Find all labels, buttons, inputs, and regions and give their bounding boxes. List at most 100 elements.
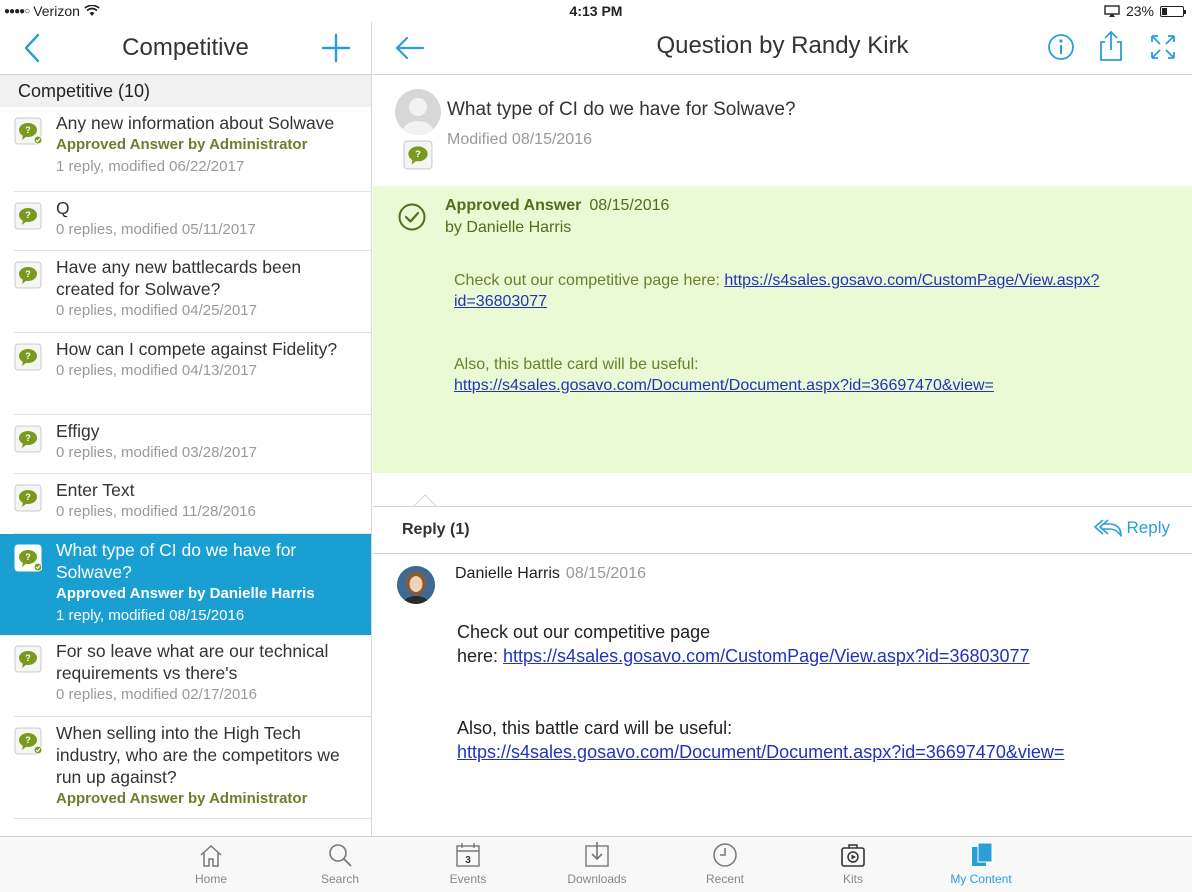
list-item-meta: 1 reply, modified 06/22/2017 <box>56 158 245 175</box>
list-item-title: When selling into the High Tech industry… <box>56 723 340 787</box>
svg-text:?: ? <box>25 125 31 135</box>
download-icon <box>585 842 609 867</box>
list-item-title: How can I compete against Fidelity? <box>56 339 338 359</box>
svg-text:?: ? <box>25 269 31 279</box>
list-item-title: Effigy <box>56 421 100 441</box>
tab-label: Downloads <box>567 872 627 886</box>
list-item[interactable]: ? When selling into the High Tech indust… <box>14 717 371 819</box>
question-icon: ? <box>14 645 42 673</box>
reply-icon <box>1093 519 1122 537</box>
calendar-icon: 3 <box>456 843 480 867</box>
tab-label: Events <box>449 872 487 886</box>
reply-button[interactable]: Reply <box>1093 517 1170 539</box>
section-header: Competitive (10) <box>0 75 371 107</box>
question-icon: ? <box>14 544 42 572</box>
tab-label: Recent <box>705 872 745 886</box>
events-badge: 3 <box>465 855 471 866</box>
reply-author-avatar <box>397 566 435 604</box>
tab-my-content[interactable]: My Content <box>936 841 1026 886</box>
kit-icon <box>841 844 865 867</box>
list-item-approved: Approved Answer by Administrator <box>56 790 308 807</box>
battery-icon <box>1160 5 1186 17</box>
svg-text:?: ? <box>25 433 31 443</box>
approved-answer-label: Approved Answer <box>445 197 582 214</box>
wifi-icon <box>84 5 100 16</box>
reply-body: Check out our competitive page here: htt… <box>457 620 1157 764</box>
reply-link-1[interactable]: https://s4sales.gosavo.com/CustomPage/Vi… <box>503 646 1030 666</box>
question-text: What type of CI do we have for Solwave? <box>447 99 796 120</box>
reply-header-bar: Reply (1) Reply <box>373 506 1192 554</box>
svg-text:?: ? <box>25 735 31 745</box>
answer-link-1[interactable]: https://s4sales.gosavo.com/CustomPage/Vi… <box>724 272 1099 289</box>
list-item[interactable]: ? How can I compete against Fidelity? 0 r… <box>14 333 371 415</box>
list-item-title: Enter Text <box>56 480 135 500</box>
list-item-approved: Approved Answer by Administrator <box>56 136 308 153</box>
tab-recent[interactable]: Recent <box>680 841 770 886</box>
battery-level <box>1162 7 1167 15</box>
answer-line-2: Also, this battle card will be useful: <box>454 356 699 373</box>
list-item-approved: Approved Answer by Danielle Harris <box>56 585 315 602</box>
reply-line-1b: here: <box>457 646 504 666</box>
list-item-meta: 0 replies, modified 03/28/2017 <box>56 444 257 461</box>
reply-author: Danielle Harris 08/15/2016 <box>455 565 646 583</box>
answer-link-2[interactable]: https://s4sales.gosavo.com/Document/Docu… <box>454 377 994 394</box>
list-item-meta: 0 replies, modified 04/25/2017 <box>56 302 257 319</box>
question-list: ? Any new information about Solwave Appro… <box>0 107 371 819</box>
list-item[interactable]: ? For so leave what are our technical re… <box>14 635 371 717</box>
question-icon: ? <box>14 425 42 453</box>
svg-text:?: ? <box>25 653 31 663</box>
clock: 4:13 PM <box>569 3 623 19</box>
tab-kits[interactable]: Kits <box>808 841 898 886</box>
tab-label: Kits <box>842 872 863 886</box>
reply-date: 08/15/2016 <box>565 565 646 582</box>
list-item[interactable]: ? Have any new battlecards been created … <box>14 251 371 333</box>
reply-link-2[interactable]: https://s4sales.gosavo.com/Document/Docu… <box>457 742 1064 762</box>
tab-label: Search <box>320 872 360 886</box>
search-icon <box>329 844 352 867</box>
question-list-pane: Competitive Competitive (10) ? Any new i… <box>0 22 372 836</box>
answer-link-1-cont[interactable]: id=36803077 <box>454 293 547 310</box>
tab-bar: Home Search 3 Events Downloads Recent Kits My C… <box>0 836 1192 892</box>
svg-text:?: ? <box>415 149 421 160</box>
list-item-title: Any new information about Solwave <box>56 113 335 133</box>
list-item[interactable]: ? What type of CI do we have for Solwave… <box>0 534 371 635</box>
list-item-meta: 0 replies, modified 02/17/2016 <box>56 686 257 703</box>
list-item-meta: 0 replies, modified 05/11/2017 <box>56 221 256 238</box>
list-title: Competitive <box>122 34 249 61</box>
carrier: ●●●●○ Verizon <box>4 3 100 19</box>
tab-events[interactable]: 3 Events <box>423 841 513 886</box>
svg-text:?: ? <box>25 351 31 361</box>
reply-author-name: Danielle Harris <box>455 565 560 582</box>
question-block: What type of CI do we have for Solwave? … <box>373 22 1192 148</box>
carrier-name: Verizon <box>33 3 80 19</box>
list-item[interactable]: ? Any new information about Solwave Appro… <box>14 107 371 192</box>
svg-text:?: ? <box>25 552 31 562</box>
list-nav-bar: Competitive <box>0 22 371 75</box>
answer-line-1: Check out our competitive page here: <box>454 272 725 289</box>
clock-icon <box>713 843 737 867</box>
home-icon <box>200 844 222 867</box>
list-item-meta: 1 reply, modified 08/15/2016 <box>56 607 245 624</box>
battery-percent: 23% <box>1125 3 1154 19</box>
add-icon[interactable] <box>321 33 351 63</box>
list-item-title: What type of CI do we have for Solwave? <box>56 540 297 582</box>
reply-button-label: Reply <box>1126 518 1170 537</box>
question-icon: ? <box>14 261 42 289</box>
list-item[interactable]: ? Q 0 replies, modified 05/11/2017 <box>14 192 371 251</box>
tab-home[interactable]: Home <box>166 841 256 886</box>
list-item[interactable]: ? Enter Text 0 replies, modified 11/28/20… <box>14 474 371 534</box>
approved-answer-author: by Danielle Harris <box>445 219 572 236</box>
question-icon: ? <box>14 727 42 755</box>
approved-answer-date: 08/15/2016 <box>589 197 670 214</box>
list-item-title: Q <box>56 198 70 218</box>
approved-answer: Approved Answer 08/15/2016 by Danielle Ha… <box>373 186 1192 473</box>
svg-text:?: ? <box>25 492 31 502</box>
reply-line-1: Check out our competitive page <box>457 622 711 642</box>
list-item[interactable]: ? Effigy 0 replies, modified 03/28/2017 <box>14 415 371 474</box>
approved-check-icon <box>398 203 426 231</box>
reply-line-2: Also, this battle card will be useful: <box>457 718 733 738</box>
tab-downloads[interactable]: Downloads <box>552 841 642 886</box>
tab-search[interactable]: Search <box>295 841 385 886</box>
signal-icon: ●●●●○ <box>4 5 30 17</box>
question-icon: ? <box>14 117 42 145</box>
